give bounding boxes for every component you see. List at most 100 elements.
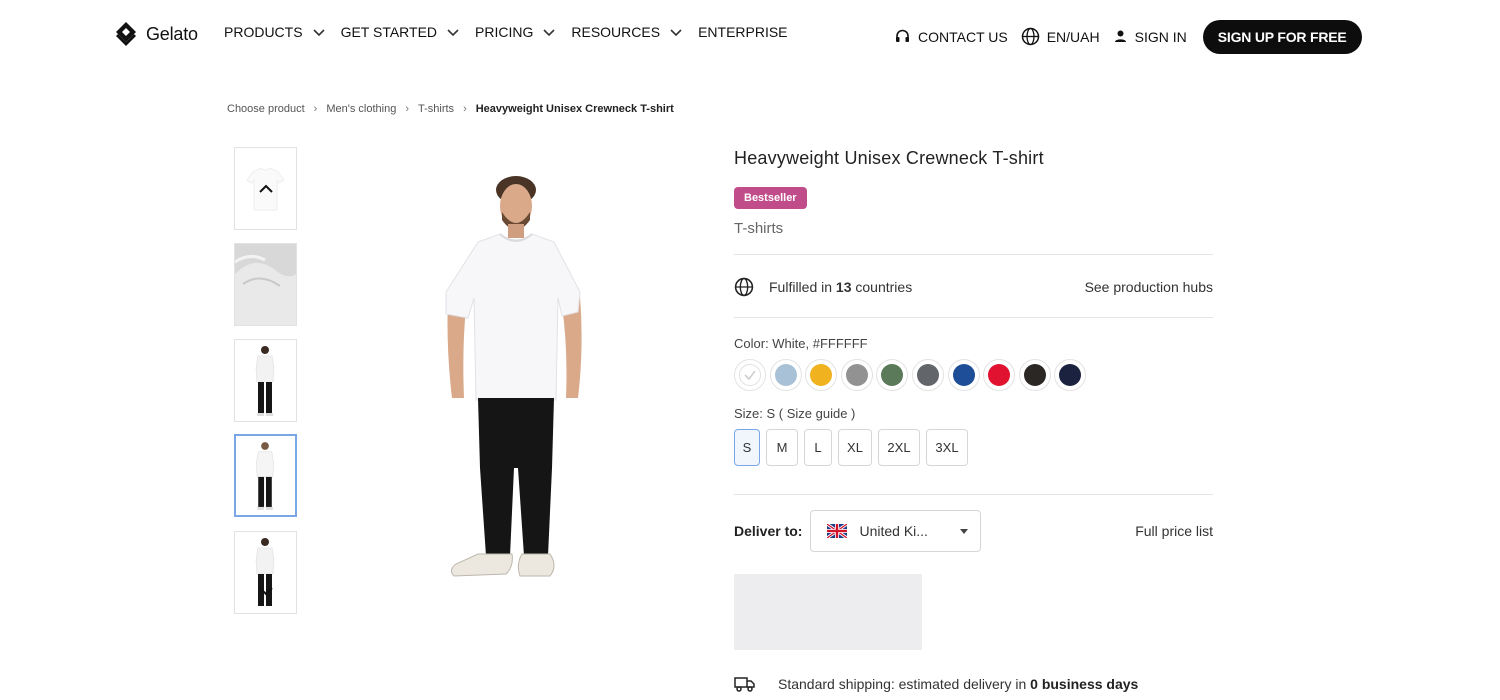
nav-resources[interactable]: RESOURCES [571,24,683,40]
color-swatch[interactable] [947,359,980,391]
breadcrumb-mens-clothing[interactable]: Men's clothing [326,103,396,115]
thumbnail-model-back[interactable] [234,339,297,422]
country-name: United Ki... [859,523,928,539]
size-option[interactable]: L [804,429,832,466]
color-swatch-fill [1059,364,1082,386]
nav-products-label: PRODUCTS [224,24,303,40]
color-swatch-fill [810,364,833,386]
sign-in-link[interactable]: SIGN IN [1113,29,1187,45]
globe-icon [734,277,754,297]
color-label: Color: White, #FFFFFF [734,336,868,351]
nav-pricing[interactable]: PRICING [475,24,556,40]
user-icon [1114,30,1126,42]
color-swatches [734,359,1090,391]
fulfilled-count: 13 [835,279,852,295]
sign-up-button[interactable]: SIGN UP FOR FREE [1202,19,1362,54]
size-option[interactable]: S [734,429,760,466]
fulfillment-row: Fulfilled in 13 countries See production… [734,275,1213,299]
color-swatch[interactable] [983,359,1016,391]
deliver-to-label: Deliver to: [734,523,803,539]
country-select[interactable]: United Ki... [810,510,982,552]
contact-us-label: CONTACT US [918,28,1008,45]
nav-enterprise-label: ENTERPRISE [698,24,788,40]
nav-products[interactable]: PRODUCTS [224,24,326,40]
color-swatch-fill [916,364,939,386]
gelato-logo-icon [116,22,136,46]
model-back-image [255,346,275,416]
nav-get-started[interactable]: GET STARTED [341,24,460,40]
thumbnail-model-front[interactable] [234,434,297,517]
color-swatch[interactable] [769,359,802,391]
size-options: S M L XL 2XL 3XL [734,429,974,466]
model-back-2-image [255,538,275,606]
shipping-prefix: Standard shipping: estimated delivery in [778,676,1027,692]
see-production-hubs-link[interactable]: See production hubs [1085,279,1213,295]
gelato-logo[interactable]: Gelato [112,20,198,48]
breadcrumb-separator-icon: › [405,103,409,115]
chevron-up-icon[interactable] [257,180,275,198]
color-swatch-fill [988,364,1011,386]
color-swatch[interactable] [840,359,873,391]
thumbnail-model-back-2[interactable] [234,531,297,614]
headset-icon [896,29,909,42]
color-swatch[interactable] [734,359,766,391]
size-option[interactable]: XL [838,429,872,466]
chevron-down-icon [543,29,555,37]
product-title: Heavyweight Unisex Crewneck T-shirt [734,148,1044,168]
nav-get-started-label: GET STARTED [340,24,438,40]
logo-text: Gelato [146,23,198,44]
color-swatch[interactable] [1018,359,1051,391]
main-nav: PRODUCTS GET STARTED PRICING RESOURCES E… [224,24,803,40]
fulfillment-info: Fulfilled in 13 countries [734,277,912,297]
globe-icon [1021,27,1039,46]
full-price-list-link[interactable]: Full price list [1135,523,1213,539]
color-swatch[interactable] [911,359,944,391]
deliver-row: Deliver to: United Ki... Full price list [734,510,1213,552]
deliver-to: Deliver to: United Ki... [734,510,982,552]
truck-icon [734,677,755,692]
color-swatch-fill [739,364,761,386]
size-label: Size: S ( Size guide ) [734,406,856,421]
bestseller-badge: Bestseller [734,187,807,209]
site-header: Gelato PRODUCTS GET STARTED PRICING RESO… [0,0,1500,72]
size-option[interactable]: 3XL [926,429,968,466]
thumbnail-fabric-detail[interactable] [234,243,297,326]
nav-enterprise[interactable]: ENTERPRISE [698,24,787,40]
breadcrumb-current: Heavyweight Unisex Crewneck T-shirt [475,103,674,115]
divider [734,317,1213,318]
color-swatch-fill [1023,364,1046,386]
caret-down-icon [960,529,969,534]
model-front-image [256,442,275,510]
language-selector[interactable]: EN/UAH [1021,27,1100,46]
nav-pricing-label: PRICING [475,24,534,40]
thumbnail-tshirt-front[interactable] [234,147,297,230]
breadcrumb-choose-product[interactable]: Choose product [227,103,305,115]
breadcrumb: Choose product › Men's clothing › T-shir… [227,103,674,115]
main-product-image [445,176,582,577]
product-category: T-shirts [734,220,784,237]
chevron-down-icon [312,29,325,37]
divider [734,494,1213,495]
color-swatch[interactable] [805,359,838,391]
contact-us-link[interactable]: CONTACT US [894,28,1008,45]
size-option[interactable]: M [766,429,798,466]
color-swatch-fill [881,364,904,386]
breadcrumb-separator-icon: › [463,103,467,115]
color-swatch-fill [952,364,975,386]
header-actions: CONTACT US EN/UAH SIGN IN SIGN UP FOR FR… [894,19,1362,54]
shipping-days: 0 business days [1030,676,1139,692]
chevron-down-icon[interactable] [257,582,275,600]
fulfilled-prefix: Fulfilled in [769,279,833,295]
check-icon [744,370,756,381]
color-swatch-fill [845,364,868,386]
breadcrumb-t-shirts[interactable]: T-shirts [418,103,454,115]
price-loading-placeholder [734,574,922,650]
color-swatch[interactable] [876,359,909,391]
fabric-detail-image [235,244,296,325]
size-option[interactable]: 2XL [878,429,920,466]
color-swatch[interactable] [1054,359,1087,391]
divider [734,254,1213,255]
fulfilled-suffix: countries [855,279,913,295]
language-label: EN/UAH [1046,28,1100,45]
chevron-down-icon [670,29,682,37]
